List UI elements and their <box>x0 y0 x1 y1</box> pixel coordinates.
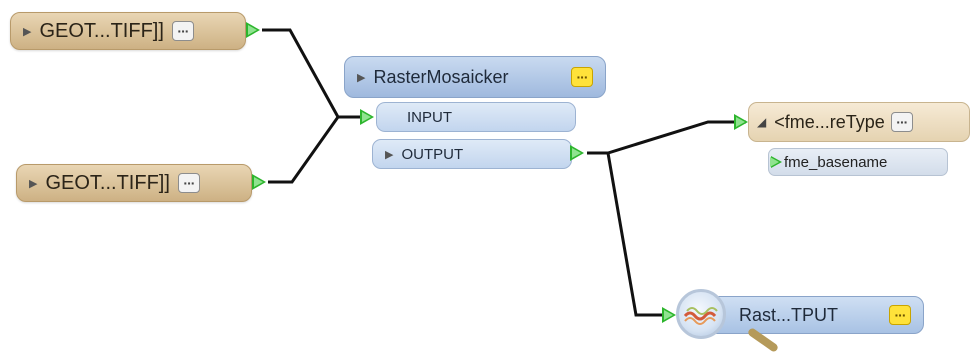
collapse-triangle-icon[interactable]: ◢ <box>757 115 766 129</box>
wire-output-to-inspector <box>606 152 672 317</box>
reader-geotiff-2[interactable]: ▶ GEOT...TIFF]] ··· <box>16 164 252 202</box>
input-port[interactable]: INPUT <box>376 102 576 132</box>
inspector-label: Rast...TPUT <box>739 304 839 325</box>
reader-label: GEOT...TIFF]] <box>39 19 164 42</box>
output-port-arrow-icon[interactable] <box>570 145 584 161</box>
output-port-arrow-icon[interactable] <box>246 22 260 38</box>
output-port-arrow-icon[interactable] <box>252 174 266 190</box>
writer-feature-type[interactable]: ◢ <fme...reType ··· <box>748 102 970 142</box>
output-port[interactable]: ▶ OUTPUT <box>372 139 572 169</box>
input-port-label: INPUT <box>407 108 452 126</box>
wire-output-to-writer <box>587 120 746 155</box>
ellipsis-menu-icon[interactable]: ··· <box>571 67 593 87</box>
raster-thumbnail-icon <box>683 307 718 325</box>
workspace-canvas[interactable]: ▶ GEOT...TIFF]] ··· ▶ GEOT...TIFF]] ··· … <box>0 0 970 358</box>
inspector-transformer[interactable]: Rast...TPUT ··· <box>700 296 924 334</box>
expand-triangle-icon[interactable]: ▶ <box>23 25 31 38</box>
wire-reader2-to-input <box>268 116 340 184</box>
attribute-label: fme_basename <box>784 153 888 171</box>
writer-attribute[interactable]: fme_basename <box>768 148 948 176</box>
ellipsis-menu-icon[interactable]: ··· <box>890 112 913 132</box>
input-port-arrow-icon[interactable] <box>734 114 748 130</box>
expand-triangle-icon[interactable]: ▶ <box>29 177 37 190</box>
magnifier-icon <box>676 289 726 339</box>
reader-label: GEOT...TIFF]] <box>45 171 170 194</box>
expand-triangle-icon[interactable]: ▶ <box>385 148 393 161</box>
input-port-arrow-icon[interactable] <box>662 307 676 323</box>
attribute-port-arrow-icon[interactable] <box>770 156 782 168</box>
transformer-title: RasterMosaicker <box>373 66 509 87</box>
transformer-rastermosaicker[interactable]: ▶ RasterMosaicker ··· <box>344 56 606 98</box>
reader-geotiff-1[interactable]: ▶ GEOT...TIFF]] ··· <box>10 12 246 50</box>
ellipsis-menu-icon[interactable]: ··· <box>171 21 194 41</box>
expand-triangle-icon[interactable]: ▶ <box>357 71 365 84</box>
ellipsis-menu-icon[interactable]: ··· <box>177 173 200 193</box>
ellipsis-menu-icon[interactable]: ··· <box>889 305 911 325</box>
input-port-arrow-icon[interactable] <box>360 109 374 125</box>
writer-label: <fme...reType <box>774 111 885 132</box>
output-port-label: OUTPUT <box>401 145 464 163</box>
